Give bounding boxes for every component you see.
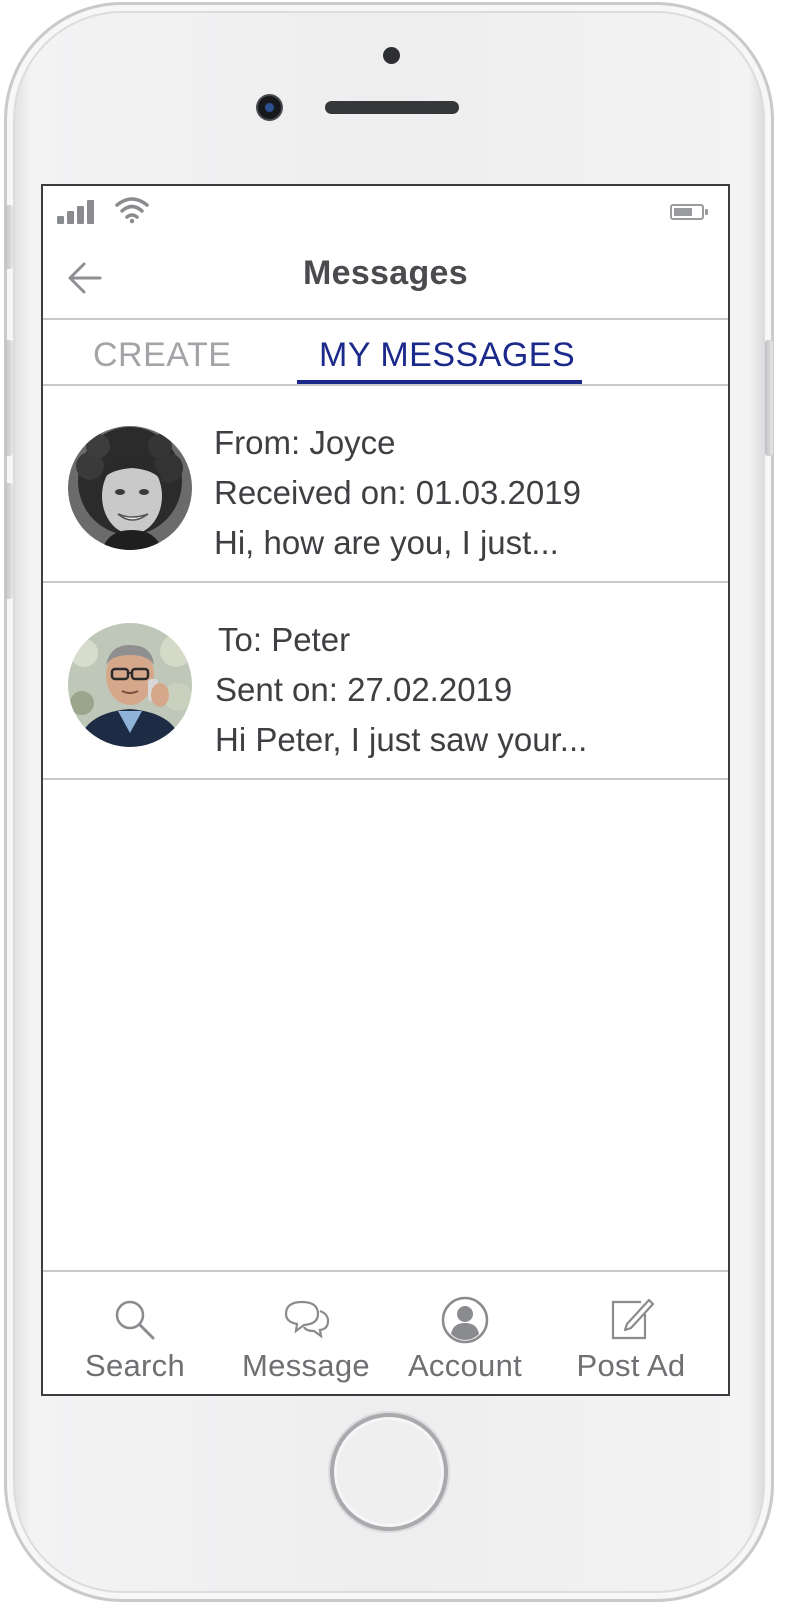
message-date: Received on: 01.03.2019 bbox=[214, 474, 581, 511]
volume-up-button bbox=[5, 340, 13, 456]
status-bar bbox=[43, 186, 728, 238]
message-details: From: Joyce Received on: 01.03.2019 Hi, … bbox=[214, 418, 581, 568]
search-icon bbox=[115, 1300, 155, 1340]
user-avatar-icon bbox=[441, 1296, 489, 1344]
message-to: To: Peter bbox=[218, 621, 351, 658]
nav-account-label: Account bbox=[407, 1348, 523, 1383]
nav-post-ad-label: Post Ad bbox=[576, 1348, 686, 1383]
avatar bbox=[68, 426, 192, 550]
nav-message[interactable]: Message bbox=[226, 1282, 386, 1392]
avatar bbox=[68, 623, 192, 747]
message-preview: Hi Peter, I just saw your... bbox=[215, 721, 588, 758]
tab-my-messages[interactable]: MY MESSAGES bbox=[319, 336, 575, 375]
message-date: Sent on: 27.02.2019 bbox=[215, 671, 513, 708]
message-details: To: Peter Sent on: 27.02.2019 Hi Peter, … bbox=[215, 615, 587, 765]
message-preview: Hi, how are you, I just... bbox=[214, 524, 559, 561]
power-button bbox=[765, 340, 773, 456]
bottom-navigation: Search Message Account Post Ad bbox=[43, 1270, 728, 1394]
mute-switch bbox=[5, 205, 13, 269]
nav-search[interactable]: Search bbox=[55, 1282, 215, 1392]
earpiece-speaker bbox=[325, 101, 459, 114]
wifi-icon bbox=[115, 197, 149, 224]
page-title: Messages bbox=[303, 254, 468, 292]
message-from: From: Joyce bbox=[214, 424, 396, 461]
nav-message-label: Message bbox=[242, 1348, 370, 1383]
proximity-sensor bbox=[383, 47, 400, 64]
message-list-item[interactable]: To: Peter Sent on: 27.02.2019 Hi Peter, … bbox=[43, 583, 728, 780]
active-tab-indicator bbox=[297, 380, 582, 384]
chat-bubbles-icon bbox=[284, 1300, 330, 1339]
tab-create[interactable]: CREATE bbox=[93, 336, 231, 375]
home-button[interactable] bbox=[330, 1413, 448, 1531]
front-camera-icon bbox=[256, 94, 283, 121]
nav-account[interactable]: Account bbox=[385, 1282, 545, 1392]
tab-bar: CREATE MY MESSAGES bbox=[43, 320, 728, 386]
app-screen: Messages CREATE MY MESSAGES From: Joyce … bbox=[41, 184, 730, 1396]
app-header: Messages bbox=[43, 238, 728, 320]
volume-down-button bbox=[5, 483, 13, 599]
cellular-signal-icon bbox=[57, 198, 101, 224]
battery-icon bbox=[670, 204, 708, 220]
message-list-item[interactable]: From: Joyce Received on: 01.03.2019 Hi, … bbox=[43, 386, 728, 583]
nav-post-ad[interactable]: Post Ad bbox=[551, 1282, 711, 1392]
edit-note-icon bbox=[611, 1298, 655, 1340]
nav-search-label: Search bbox=[84, 1348, 186, 1383]
